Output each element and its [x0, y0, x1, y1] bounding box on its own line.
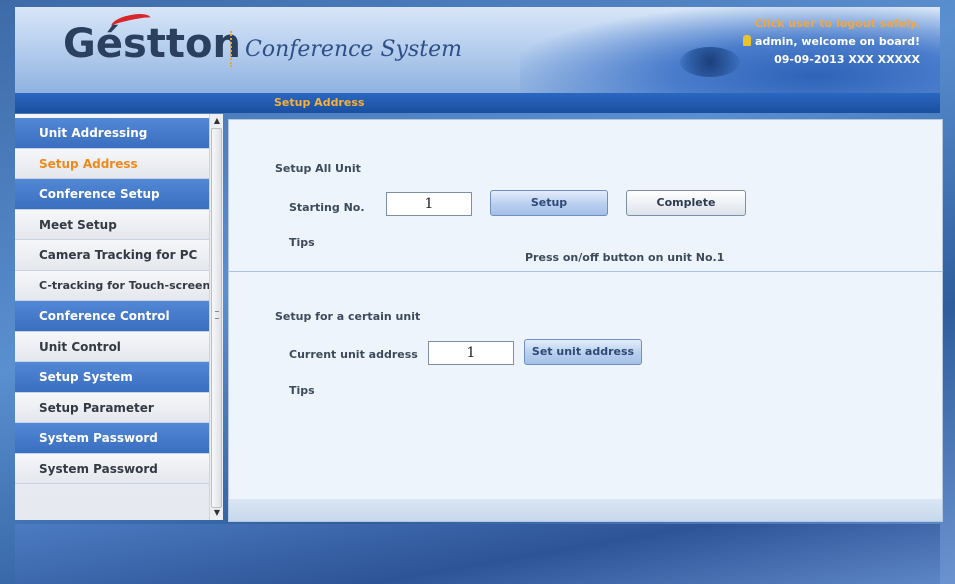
user-box: Click user to logout safely. admin, welc… [743, 15, 920, 69]
brand-logo: Géstton [63, 21, 241, 67]
logout-hint: Click user to logout safely. [754, 17, 920, 30]
starting-no-input[interactable]: 1 [386, 192, 472, 216]
sidebar-item-setup-address[interactable]: Setup Address [15, 148, 209, 179]
scroll-thumb[interactable] [211, 128, 222, 508]
sidebar-item-camera-tracking-pc[interactable]: Camera Tracking for PC [15, 240, 209, 271]
welcome-user[interactable]: admin, welcome on board! [743, 33, 920, 51]
set-unit-address-button[interactable]: Set unit address [524, 339, 642, 365]
section-divider [229, 271, 942, 272]
sidebar-group-setup-system[interactable]: Setup System [15, 362, 209, 393]
content-bottom-strip [229, 499, 942, 521]
certain-unit-tips-label: Tips [289, 384, 315, 397]
sidebar-group-unit-addressing[interactable]: Unit Addressing [15, 118, 209, 149]
all-unit-heading: Setup All Unit [275, 162, 361, 175]
main-content: Setup All Unit Starting No. 1 Setup Comp… [228, 119, 943, 522]
scroll-up-icon[interactable]: ▲ [212, 116, 222, 126]
sidebar-item-c-tracking-touch[interactable]: C-tracking for Touch-screen [15, 270, 209, 301]
current-unit-label: Current unit address [289, 348, 418, 361]
datetime: 09-09-2013 XXX XXXXX [774, 53, 920, 66]
scroll-grip-icon [215, 311, 219, 319]
sidebar-menu: Unit Addressing Setup Address Conference… [15, 118, 209, 484]
logo-separator [230, 31, 232, 67]
page-title: Setup Address [274, 96, 365, 109]
complete-button[interactable]: Complete [626, 190, 746, 216]
certain-unit-heading: Setup for a certain unit [275, 310, 421, 323]
starting-no-label: Starting No. [289, 201, 365, 214]
sidebar-group-conference-control[interactable]: Conference Control [15, 301, 209, 332]
all-unit-tips-message: Press on/off button on unit No.1 [525, 251, 725, 264]
sidebar-scrollbar[interactable]: ▲ ▼ [209, 114, 223, 520]
all-unit-tips-label: Tips [289, 236, 315, 249]
sidebar-group-conference-setup[interactable]: Conference Setup [15, 179, 209, 210]
sidebar-item-unit-control[interactable]: Unit Control [15, 331, 209, 362]
sidebar-item-meet-setup[interactable]: Meet Setup [15, 209, 209, 240]
page-titlebar: Setup Address [15, 93, 940, 113]
welcome-text[interactable]: admin, welcome on board! [755, 35, 920, 48]
user-icon [743, 35, 752, 46]
app-subtitle: Conference System [245, 37, 462, 62]
setup-button[interactable]: Setup [490, 190, 608, 216]
sidebar-item-system-password[interactable]: System Password [15, 453, 209, 484]
sidebar-group-system-password[interactable]: System Password [15, 423, 209, 454]
page-footer [15, 524, 940, 584]
sidebar: Unit Addressing Setup Address Conference… [15, 114, 223, 520]
current-unit-input[interactable]: 1 [428, 341, 514, 365]
sidebar-item-setup-parameter[interactable]: Setup Parameter [15, 392, 209, 423]
app-header: Géstton Conference System Click user to … [15, 7, 940, 93]
microphone-graphic [680, 47, 740, 77]
scroll-down-icon[interactable]: ▼ [212, 508, 222, 518]
